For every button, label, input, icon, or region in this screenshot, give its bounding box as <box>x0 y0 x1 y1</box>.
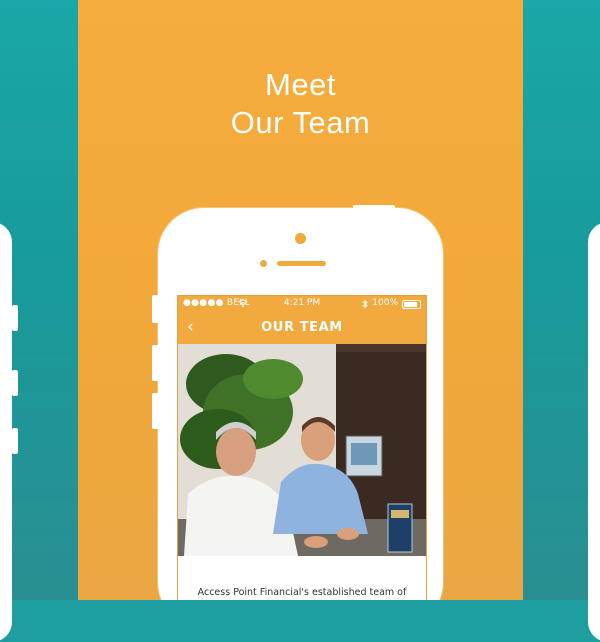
orange-panel: Meet Our Team ●●●●● BELL 4:21 PM 100% ‹ … <box>78 0 523 600</box>
right-phone-edge <box>588 222 600 642</box>
sensor-icon <box>260 260 267 267</box>
nav-title: OUR TEAM <box>261 320 343 335</box>
left-phone-edge <box>0 222 12 642</box>
left-phone-button <box>12 428 18 454</box>
intro-text: Access Point Financial's established tea… <box>197 587 407 598</box>
nav-bar: ‹ OUR TEAM <box>178 312 426 344</box>
left-phone-button <box>12 370 18 396</box>
panel-title: Meet Our Team <box>78 66 523 142</box>
panel-title-line-2: Our Team <box>230 105 371 140</box>
camera-icon <box>295 233 306 244</box>
status-bar: ●●●●● BELL 4:21 PM 100% <box>178 296 426 312</box>
bluetooth-icon <box>362 299 368 309</box>
left-phone-button <box>12 305 18 331</box>
panel-title-line-1: Meet <box>265 67 336 102</box>
battery-percent: 100% <box>372 298 398 308</box>
phone-mockup: ●●●●● BELL 4:21 PM 100% ‹ OUR TEAM Acces… <box>158 208 443 600</box>
speaker-icon <box>277 261 326 266</box>
team-photo <box>178 344 426 556</box>
battery-icon <box>402 300 421 309</box>
phone-screen: ●●●●● BELL 4:21 PM 100% ‹ OUR TEAM Acces… <box>177 295 427 600</box>
